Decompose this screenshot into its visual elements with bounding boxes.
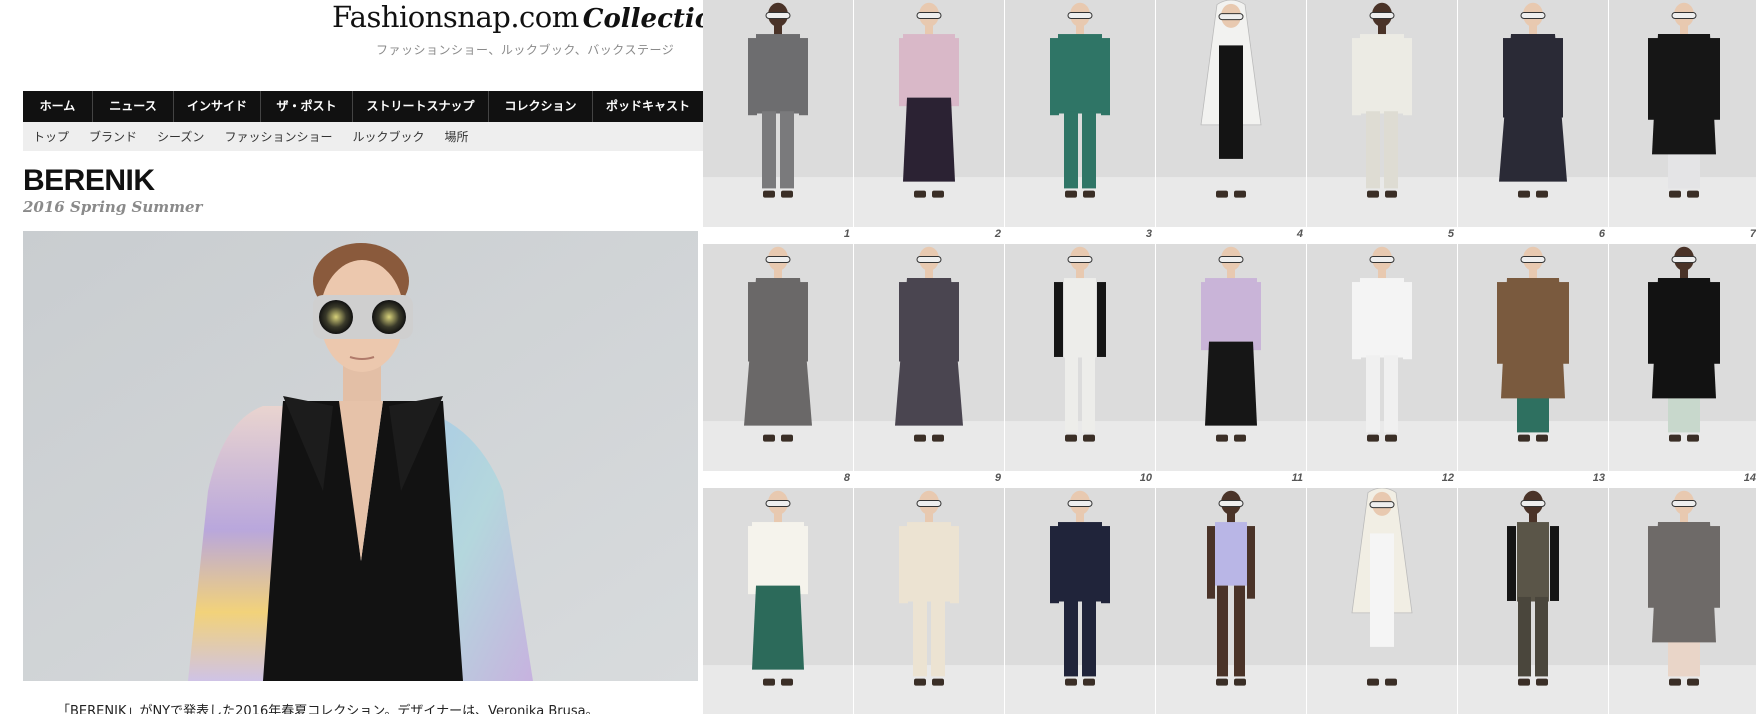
look-number: 4 xyxy=(1296,228,1303,240)
brand-title: BERENIK xyxy=(23,164,155,197)
look-thumbnail[interactable] xyxy=(1609,488,1756,714)
look-thumbnail[interactable] xyxy=(1005,0,1155,227)
look-number: 14 xyxy=(1743,472,1756,484)
look-number: 10 xyxy=(1139,472,1152,484)
look-image xyxy=(1005,244,1155,471)
look-number: 5 xyxy=(1447,228,1454,240)
nav-item-street-snap[interactable]: ストリートスナップ xyxy=(353,91,489,122)
look-image xyxy=(1005,488,1155,714)
subnav-item-fashion-show[interactable]: ファッションショー xyxy=(224,128,332,145)
look-image xyxy=(1609,0,1756,227)
look-thumbnail[interactable] xyxy=(1307,488,1457,714)
look-number: 12 xyxy=(1441,472,1454,484)
look-image xyxy=(1458,244,1608,471)
nav-item-the-post[interactable]: ザ・ポスト xyxy=(261,91,353,122)
look-number: 2 xyxy=(994,228,1001,240)
nav-item-collection[interactable]: コレクション xyxy=(489,91,593,122)
site-tagline: ファッションショー、ルックブック、バックステージ xyxy=(376,43,675,57)
look-image xyxy=(1307,488,1457,714)
nav-item-podcast[interactable]: ポッドキャスト xyxy=(593,91,703,122)
look-image xyxy=(1156,488,1306,714)
look-thumbnail[interactable] xyxy=(854,488,1004,714)
look-thumbnail[interactable] xyxy=(1005,244,1155,471)
look-thumbnail[interactable] xyxy=(703,244,853,471)
subnav-item-location[interactable]: 場所 xyxy=(444,128,468,145)
hero-photo[interactable] xyxy=(23,231,698,681)
look-grid: 1 2 3 4 5 6 7 8 9 10 11 12 13 14 xyxy=(703,0,1756,714)
look-image xyxy=(1458,0,1608,227)
look-image xyxy=(854,0,1004,227)
nav-item-home[interactable]: ホーム xyxy=(23,91,93,122)
look-thumbnail[interactable] xyxy=(854,0,1004,227)
look-thumbnail[interactable] xyxy=(854,244,1004,471)
article-page: Fashionsnap.com Collection ファッションショー、ルックブ… xyxy=(0,0,731,714)
look-thumbnail[interactable] xyxy=(703,488,853,714)
look-image xyxy=(703,244,853,471)
look-thumbnail[interactable] xyxy=(1458,244,1608,471)
sub-nav: トップ ブランド シーズン ファッションショー ルックブック 場所 xyxy=(23,122,703,151)
look-thumbnail[interactable] xyxy=(1156,488,1306,714)
hero-model-image xyxy=(23,231,698,681)
look-thumbnail[interactable] xyxy=(1609,244,1756,471)
look-image xyxy=(1156,244,1306,471)
subnav-item-season[interactable]: シーズン xyxy=(157,128,204,145)
look-thumbnail[interactable] xyxy=(1458,488,1608,714)
look-image xyxy=(1005,0,1155,227)
main-nav: ホーム ニュース インサイド ザ・ポスト ストリートスナップ コレクション ポッ… xyxy=(23,91,703,122)
look-thumbnail[interactable] xyxy=(1156,0,1306,227)
look-thumbnail[interactable] xyxy=(1458,0,1608,227)
look-image xyxy=(854,244,1004,471)
look-thumbnail[interactable] xyxy=(1005,488,1155,714)
look-image xyxy=(1156,0,1306,227)
site-name: Fashionsnap.com xyxy=(332,0,579,34)
look-number: 8 xyxy=(843,472,850,484)
look-number: 1 xyxy=(843,228,850,240)
look-thumbnail[interactable] xyxy=(1609,0,1756,227)
look-image xyxy=(1307,0,1457,227)
look-number: 11 xyxy=(1291,472,1303,484)
look-image xyxy=(1609,488,1756,714)
look-image xyxy=(703,0,853,227)
look-image xyxy=(1458,488,1608,714)
look-image xyxy=(1307,244,1457,471)
subnav-item-brand[interactable]: ブランド xyxy=(89,128,137,145)
look-thumbnail[interactable] xyxy=(703,0,853,227)
look-thumbnail[interactable] xyxy=(1307,0,1457,227)
look-thumbnail[interactable] xyxy=(1307,244,1457,471)
season-subtitle: 2016 Spring Summer xyxy=(23,198,203,216)
look-image xyxy=(854,488,1004,714)
subnav-item-lookbook[interactable]: ルックブック xyxy=(352,128,424,145)
look-image xyxy=(1609,244,1756,471)
look-thumbnail[interactable] xyxy=(1156,244,1306,471)
site-logo[interactable]: Fashionsnap.com Collection xyxy=(332,0,731,36)
look-number: 9 xyxy=(994,472,1001,484)
nav-item-news[interactable]: ニュース xyxy=(93,91,174,122)
look-number: 13 xyxy=(1592,472,1605,484)
subnav-item-top[interactable]: トップ xyxy=(33,128,69,145)
collection-description: 「BERENIK」がNYで発表した2016年春夏コレクション。デザイナーは、Ve… xyxy=(57,704,599,714)
look-image xyxy=(703,488,853,714)
nav-item-inside[interactable]: インサイド xyxy=(174,91,261,122)
look-number: 3 xyxy=(1145,228,1152,240)
look-number: 6 xyxy=(1598,228,1605,240)
look-number: 7 xyxy=(1749,228,1756,240)
